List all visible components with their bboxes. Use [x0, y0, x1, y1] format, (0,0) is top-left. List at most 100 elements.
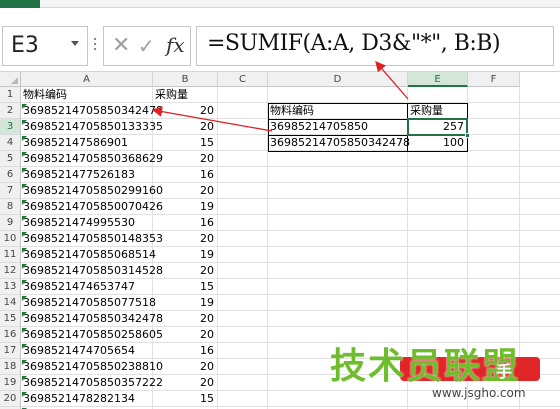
row-header[interactable]: 8 [0, 199, 21, 215]
column-header-a[interactable]: A [21, 72, 153, 87]
cell-quantity[interactable]: 20 [153, 375, 214, 391]
row-header[interactable]: 19 [0, 375, 21, 391]
name-box[interactable]: E3 [2, 26, 88, 66]
cell-material-code[interactable]: 36985214705850342478 [23, 311, 163, 327]
formula-buttons: ✕ ✓ fx [103, 26, 191, 66]
row-header[interactable]: 4 [0, 135, 21, 151]
formula-input[interactable]: =SUMIF(A:A, D3&"*", B:B) [196, 26, 554, 66]
error-indicator-icon [22, 312, 27, 317]
header-cell-material-code[interactable]: 物料编码 [23, 87, 67, 103]
error-indicator-icon [22, 120, 27, 125]
cell-quantity[interactable]: 20 [153, 103, 214, 119]
watermark-url: www.jsgho.com [432, 386, 526, 400]
cancel-icon[interactable]: ✕ [112, 35, 132, 57]
splitter-icon[interactable] [94, 38, 97, 52]
error-indicator-icon [22, 360, 27, 365]
cell-quantity[interactable]: 20 [153, 183, 214, 199]
cell-quantity[interactable]: 20 [153, 263, 214, 279]
row-header[interactable]: 13 [0, 279, 21, 295]
cell-quantity[interactable]: 16 [153, 215, 214, 231]
row-header[interactable]: 16 [0, 327, 21, 343]
cell-quantity[interactable]: 19 [153, 295, 214, 311]
row-header[interactable]: 17 [0, 343, 21, 359]
cell-quantity[interactable]: 16 [153, 343, 214, 359]
row-header[interactable]: 7 [0, 183, 21, 199]
cell-material-code[interactable]: 36985214705850148353 [23, 231, 163, 247]
cell-material-code[interactable]: 36985214705850342478 [23, 103, 163, 119]
cell-material-code[interactable]: 369852147586901 [23, 135, 128, 151]
select-all-corner[interactable] [0, 72, 21, 87]
cell-material-code[interactable]: 3698521470585068514 [23, 247, 156, 263]
cell-material-code[interactable]: 36985214705850299160 [23, 183, 163, 199]
error-indicator-icon [22, 104, 27, 109]
row-header[interactable]: 5 [0, 151, 21, 167]
cell-quantity[interactable]: 20 [153, 119, 214, 135]
error-indicator-icon [22, 280, 27, 285]
row-header[interactable]: 10 [0, 231, 21, 247]
error-indicator-icon [22, 344, 27, 349]
row-header[interactable]: 3 [0, 119, 21, 135]
column-header-b[interactable]: B [153, 72, 218, 87]
cell-quantity[interactable]: 20 [153, 359, 214, 375]
error-indicator-icon [22, 376, 27, 381]
cell-material-code[interactable]: 3698521477526183 [23, 167, 135, 183]
row-header[interactable]: 1 [0, 87, 21, 103]
cell-quantity[interactable]: 20 [153, 231, 214, 247]
error-indicator-icon [22, 216, 27, 221]
cell-material-code[interactable]: 36985214705850357222 [23, 375, 163, 391]
cell-quantity[interactable]: 19 [153, 199, 214, 215]
row-header[interactable]: 15 [0, 311, 21, 327]
name-box-value: E3 [11, 33, 39, 58]
row-header[interactable]: 11 [0, 247, 21, 263]
cell-quantity[interactable]: 15 [153, 279, 214, 295]
cell-material-code[interactable]: 3698521478282134 [23, 391, 135, 407]
column-header-e[interactable]: E [408, 72, 468, 87]
file-tab[interactable] [0, 0, 40, 8]
cell-material-code[interactable]: 36985214705850133335 [23, 119, 163, 135]
column-header-f[interactable]: F [468, 72, 520, 87]
error-indicator-icon [22, 168, 27, 173]
cell-quantity[interactable]: 20 [153, 311, 214, 327]
row-header[interactable]: 14 [0, 295, 21, 311]
cell-quantity[interactable]: 19 [153, 247, 214, 263]
row-header[interactable]: 2 [0, 103, 21, 119]
cell-material-code[interactable]: 36985214705850368629 [23, 151, 163, 167]
cell-material-code[interactable]: 36985214705850070426 [23, 199, 163, 215]
error-indicator-icon [22, 264, 27, 269]
selected-cell-e3[interactable] [407, 118, 468, 136]
error-indicator-icon [22, 184, 27, 189]
watermark-badge-text: 手 [496, 362, 513, 381]
cell-quantity[interactable]: 15 [153, 391, 214, 407]
cell-material-code[interactable]: 36985214705850258605 [23, 327, 163, 343]
row-header[interactable]: 20 [0, 391, 21, 407]
error-indicator-icon [22, 392, 27, 397]
formula-text: =SUMIF(A:A, D3&"*", B:B) [207, 31, 501, 56]
gridline-col [217, 87, 218, 409]
cell-material-code[interactable]: 3698521474995530 [23, 215, 135, 231]
error-indicator-icon [22, 152, 27, 157]
ribbon-strip [0, 0, 560, 8]
chevron-down-icon[interactable] [71, 41, 79, 46]
cell-material-code[interactable]: 3698521474705654 [23, 343, 135, 359]
cell-material-code[interactable]: 3698521474653747 [23, 279, 135, 295]
formula-bar: E3 ✕ ✓ fx =SUMIF(A:A, D3&"*", B:B) [0, 8, 560, 72]
row-header[interactable]: 6 [0, 167, 21, 183]
cell-quantity[interactable]: 20 [153, 327, 214, 343]
cell-material-code[interactable]: 36985214705850314528 [23, 263, 163, 279]
row-header[interactable]: 9 [0, 215, 21, 231]
header-cell-quantity[interactable]: 采购量 [155, 87, 188, 103]
check-icon[interactable]: ✓ [138, 35, 158, 57]
fill-handle[interactable] [465, 133, 470, 138]
row-header[interactable]: 18 [0, 359, 21, 375]
row-header[interactable]: 12 [0, 263, 21, 279]
cell-quantity[interactable]: 20 [153, 151, 214, 167]
column-header-c[interactable]: C [218, 72, 268, 87]
cell-quantity[interactable]: 15 [153, 135, 214, 151]
error-indicator-icon [22, 136, 27, 141]
error-indicator-icon [22, 296, 27, 301]
cell-material-code[interactable]: 3698521470585077518 [23, 295, 156, 311]
insert-function-icon[interactable]: fx [166, 33, 185, 57]
column-header-d[interactable]: D [268, 72, 408, 87]
cell-material-code[interactable]: 36985214705850238810 [23, 359, 163, 375]
cell-quantity[interactable]: 16 [153, 167, 214, 183]
